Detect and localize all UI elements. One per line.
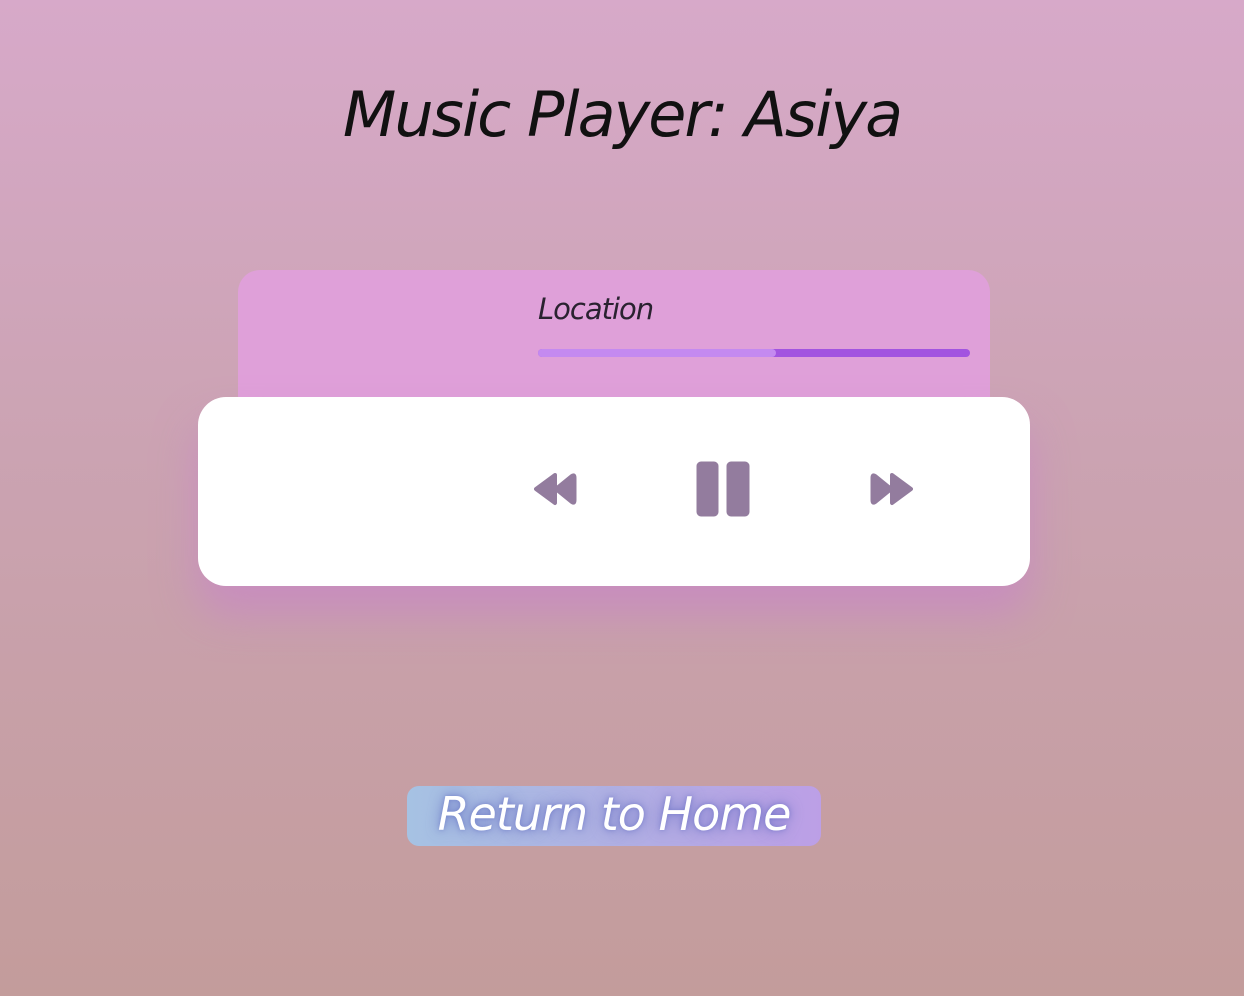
rewind-button[interactable] [534, 472, 579, 506]
forward-button[interactable] [868, 472, 913, 506]
fast-forward-icon [870, 473, 913, 505]
progress-fill [538, 349, 776, 357]
pause-button[interactable] [696, 461, 750, 517]
pause-icon [696, 461, 750, 517]
rewind-icon [534, 473, 577, 505]
progress-bar[interactable] [538, 349, 970, 357]
return-home-label: Return to Home [437, 787, 792, 841]
page-title: Music Player: Asiya [342, 78, 903, 151]
playback-controls [198, 397, 1030, 586]
return-home-button[interactable]: Return to Home [407, 786, 821, 846]
location-label: Location [538, 292, 654, 326]
